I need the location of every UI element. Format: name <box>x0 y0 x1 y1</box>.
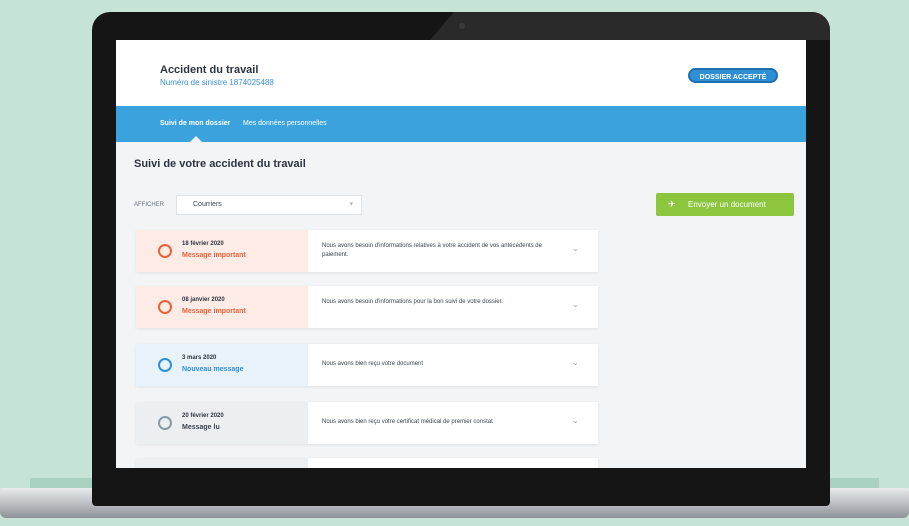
message-text: Nous avons besoin d'informations relativ… <box>322 243 542 258</box>
read-message-icon <box>158 416 172 430</box>
filter-label: AFFICHER <box>134 202 164 208</box>
message-type: Message important <box>182 252 246 259</box>
message-meta: 3 mars 2020 Nouveau message <box>136 344 308 386</box>
bezel-glare <box>430 12 830 40</box>
message-date: 20 février 2020 <box>182 413 224 419</box>
message-meta: 18 février 2020 Message important <box>136 230 308 272</box>
send-document-label: Envoyer un document <box>688 200 766 209</box>
message-meta: 20 février 2020 Message lu <box>136 402 308 444</box>
message-text: Nous avons bien reçu votre document <box>322 361 424 367</box>
status-button[interactable]: DOSSIER ACCEPTÉ <box>688 68 778 83</box>
page-title: Accident du travail <box>160 64 259 76</box>
message-card-partial[interactable] <box>136 458 598 468</box>
message-type: Nouveau message <box>182 366 244 373</box>
chevron-down-icon[interactable]: ⌄ <box>572 244 579 253</box>
filter-select[interactable]: Courriers ▾ <box>176 195 362 215</box>
message-card[interactable]: 18 février 2020 Message important Nous a… <box>136 230 598 272</box>
active-tab-indicator <box>190 136 202 142</box>
alert-circle-icon <box>158 244 172 258</box>
message-text: Nous avons bien reçu votre certificat mé… <box>322 419 493 425</box>
message-card[interactable]: 20 février 2020 Message lu Nous avons bi… <box>136 402 598 444</box>
message-text: Nous avons besoin d'informations pour la… <box>322 299 503 305</box>
alert-circle-icon <box>158 300 172 314</box>
filter-value: Courriers <box>193 201 222 208</box>
paper-plane-icon: ✈ <box>668 199 676 209</box>
message-card[interactable]: 3 mars 2020 Nouveau message Nous avons b… <box>136 344 598 386</box>
message-date: 18 février 2020 <box>182 241 224 247</box>
message-card[interactable]: 08 janvier 2020 Message important Nous a… <box>136 286 598 328</box>
chevron-down-icon[interactable]: ⌄ <box>572 416 579 425</box>
message-meta <box>136 458 308 468</box>
message-date: 3 mars 2020 <box>182 355 217 361</box>
camera-icon <box>459 23 465 29</box>
chevron-down-icon[interactable]: ⌄ <box>572 300 579 309</box>
tab-personal-data[interactable]: Mes données personnelles <box>243 106 327 142</box>
tab-bar: Suivi de mon dossier Mes données personn… <box>116 106 806 142</box>
section-title: Suivi de votre accident du travail <box>134 158 306 170</box>
app-screen: Accident du travail Numéro de sinistre 1… <box>116 40 806 468</box>
message-type: Message lu <box>182 424 220 431</box>
send-document-button[interactable]: ✈ Envoyer un document <box>656 193 794 216</box>
chevron-down-icon[interactable]: ⌄ <box>572 358 579 367</box>
message-type: Message important <box>182 308 246 315</box>
claim-number: Numéro de sinistre 1874025488 <box>160 78 274 87</box>
new-message-icon <box>158 358 172 372</box>
message-date: 08 janvier 2020 <box>182 297 225 303</box>
app-header: Accident du travail Numéro de sinistre 1… <box>116 40 806 106</box>
message-meta: 08 janvier 2020 Message important <box>136 286 308 328</box>
chevron-down-icon: ▾ <box>349 201 353 208</box>
